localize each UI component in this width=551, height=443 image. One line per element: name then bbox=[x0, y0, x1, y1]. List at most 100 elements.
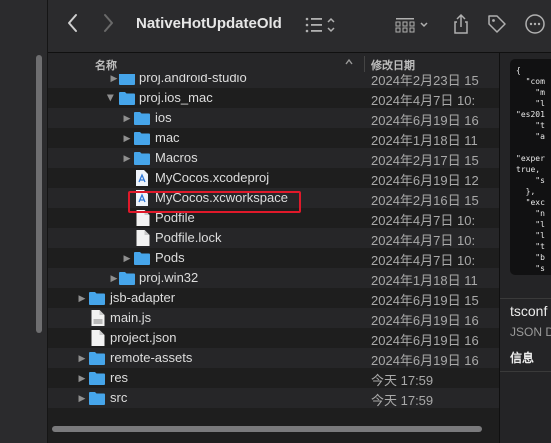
row-name: ios bbox=[155, 110, 172, 125]
xcode-document-icon bbox=[136, 170, 148, 186]
chevron-right-icon bbox=[104, 14, 113, 32]
code-preview: { "com "m "l "es201 "t "a "exper true, "… bbox=[510, 59, 551, 275]
list-row[interactable]: main.js 2024年6月19日 16 bbox=[48, 308, 499, 328]
row-date: 2024年4月7日 10: bbox=[371, 253, 476, 268]
row-date: 今天 17:59 bbox=[371, 373, 434, 388]
preview-file-kind: JSON D bbox=[510, 325, 551, 339]
list-row[interactable]: ▶ ios 2024年6月19日 16 bbox=[48, 108, 499, 128]
document-icon bbox=[136, 230, 150, 246]
disclosure-down-icon[interactable]: ▶ bbox=[104, 93, 118, 103]
disclosure-right-icon[interactable]: ▶ bbox=[77, 291, 87, 305]
disclosure-right-icon[interactable]: ▶ bbox=[77, 371, 87, 385]
list-view-icon bbox=[305, 17, 335, 33]
grid-group-icon bbox=[395, 18, 428, 33]
list-row[interactable]: ▶ proj.ios_mac 2024年4月7日 10: bbox=[48, 88, 499, 108]
folder-icon bbox=[89, 352, 105, 365]
list-row[interactable]: ▶ res 今天 17:59 bbox=[48, 368, 499, 388]
row-date: 2024年2月23日 15 bbox=[371, 74, 479, 88]
column-separator[interactable] bbox=[364, 56, 365, 72]
list-row[interactable]: ▶ proj.android-studio 2024年2月23日 15 bbox=[48, 74, 499, 88]
row-date: 2024年4月7日 10: bbox=[371, 93, 476, 108]
row-name: remote-assets bbox=[110, 350, 193, 365]
row-date: 2024年4月7日 10: bbox=[371, 213, 476, 228]
back-button[interactable] bbox=[66, 12, 86, 38]
row-date: 2024年4月7日 10: bbox=[371, 233, 476, 248]
list-row[interactable]: project.json 2024年6月19日 16 bbox=[48, 328, 499, 348]
folder-icon bbox=[89, 292, 105, 305]
row-date: 2024年6月19日 16 bbox=[371, 313, 479, 328]
row-name: main.js bbox=[110, 310, 152, 325]
row-name: src bbox=[110, 390, 128, 405]
tag-icon bbox=[488, 15, 506, 33]
disclosure-right-icon[interactable]: ▶ bbox=[122, 251, 132, 265]
disclosure-right-icon[interactable]: ▶ bbox=[122, 151, 132, 165]
column-header: 名称 修改日期 bbox=[48, 53, 499, 76]
list-row[interactable]: MyCocos.xcworkspace 2024年2月16日 15 bbox=[48, 188, 499, 208]
list-row[interactable]: ▶ Pods 2024年4月7日 10: bbox=[48, 248, 499, 268]
group-button[interactable] bbox=[394, 14, 434, 36]
folder-icon bbox=[134, 132, 150, 145]
preview-file-name: tsconf bbox=[510, 303, 548, 319]
document-icon bbox=[136, 210, 150, 226]
folder-icon bbox=[119, 74, 135, 85]
list-row[interactable]: ▶ src 今天 17:59 bbox=[48, 388, 499, 408]
row-date: 今天 17:59 bbox=[371, 393, 434, 408]
row-name: Podfile.lock bbox=[155, 230, 222, 245]
row-date: 2024年6月19日 16 bbox=[371, 113, 479, 128]
code-preview-text: { "com "m "l "es201 "t "a "exper true, "… bbox=[516, 66, 545, 273]
horizontal-scrollbar-thumb[interactable] bbox=[52, 426, 482, 432]
sidebar-scrollbar[interactable] bbox=[36, 55, 42, 333]
disclosure-right-icon[interactable]: ▶ bbox=[109, 271, 119, 285]
xcode-workspace-icon bbox=[136, 190, 148, 206]
row-date: 2024年6月19日 15 bbox=[371, 293, 479, 308]
info-heading: 信息 bbox=[510, 351, 535, 365]
preview-panel: { "com "m "l "es201 "t "a "exper true, "… bbox=[500, 53, 551, 443]
more-button[interactable] bbox=[522, 12, 550, 36]
row-name: MyCocos.xcworkspace bbox=[155, 190, 288, 205]
list-row[interactable]: ▶ mac 2024年1月18日 11 bbox=[48, 128, 499, 148]
list-row[interactable]: ▶ proj.win32 2024年1月18日 11 bbox=[48, 268, 499, 288]
row-name: res bbox=[110, 370, 129, 385]
folder-icon bbox=[119, 272, 135, 285]
share-icon bbox=[454, 13, 468, 34]
folder-icon bbox=[89, 372, 105, 385]
list-row[interactable]: ▶ remote-assets 2024年6月19日 16 bbox=[48, 348, 499, 368]
row-name: Podfile bbox=[155, 210, 195, 225]
disclosure-right-icon[interactable]: ▶ bbox=[77, 351, 87, 365]
row-name: Pods bbox=[155, 250, 185, 265]
row-date: 2024年6月19日 16 bbox=[371, 353, 479, 368]
forward-button[interactable] bbox=[101, 12, 121, 38]
js-file-icon bbox=[91, 310, 105, 326]
folder-icon bbox=[89, 392, 105, 405]
view-mode-button[interactable] bbox=[303, 14, 343, 36]
list-row[interactable]: ▶ jsb-adapter 2024年6月19日 15 bbox=[48, 288, 499, 308]
tag-button[interactable] bbox=[486, 13, 508, 35]
row-date: 2024年6月19日 16 bbox=[371, 333, 479, 348]
row-name: proj.ios_mac bbox=[139, 90, 213, 105]
folder-icon bbox=[134, 152, 150, 165]
date-column-header[interactable]: 修改日期 bbox=[371, 57, 415, 73]
name-column-header[interactable]: 名称 bbox=[95, 57, 117, 73]
list-row[interactable]: MyCocos.xcodeproj 2024年6月19日 12 bbox=[48, 168, 499, 188]
disclosure-right-icon[interactable]: ▶ bbox=[122, 131, 132, 145]
ellipsis-circle-icon bbox=[525, 14, 545, 34]
disclosure-right-icon[interactable]: ▶ bbox=[109, 74, 119, 85]
list-row[interactable]: ▶ Macros 2024年2月17日 15 bbox=[48, 148, 499, 168]
row-name: project.json bbox=[110, 330, 177, 345]
row-name: proj.android-studio bbox=[139, 74, 247, 85]
row-name: mac bbox=[155, 130, 180, 145]
share-button[interactable] bbox=[451, 12, 471, 36]
disclosure-right-icon[interactable]: ▶ bbox=[77, 391, 87, 405]
file-list: ▶ proj.android-studio 2024年2月23日 15 ▶ pr… bbox=[48, 74, 499, 424]
list-row[interactable]: Podfile.lock 2024年4月7日 10: bbox=[48, 228, 499, 248]
panel-separator bbox=[500, 371, 551, 372]
list-row[interactable]: Podfile 2024年4月7日 10: bbox=[48, 208, 499, 228]
row-date: 2024年1月18日 11 bbox=[371, 133, 478, 148]
row-date: 2024年1月18日 11 bbox=[371, 273, 478, 288]
row-name: MyCocos.xcodeproj bbox=[155, 170, 270, 185]
chevron-left-icon bbox=[68, 14, 77, 32]
panel-separator bbox=[500, 298, 551, 299]
disclosure-right-icon[interactable]: ▶ bbox=[122, 111, 132, 125]
row-date: 2024年6月19日 12 bbox=[371, 173, 479, 188]
folder-icon bbox=[119, 92, 135, 105]
